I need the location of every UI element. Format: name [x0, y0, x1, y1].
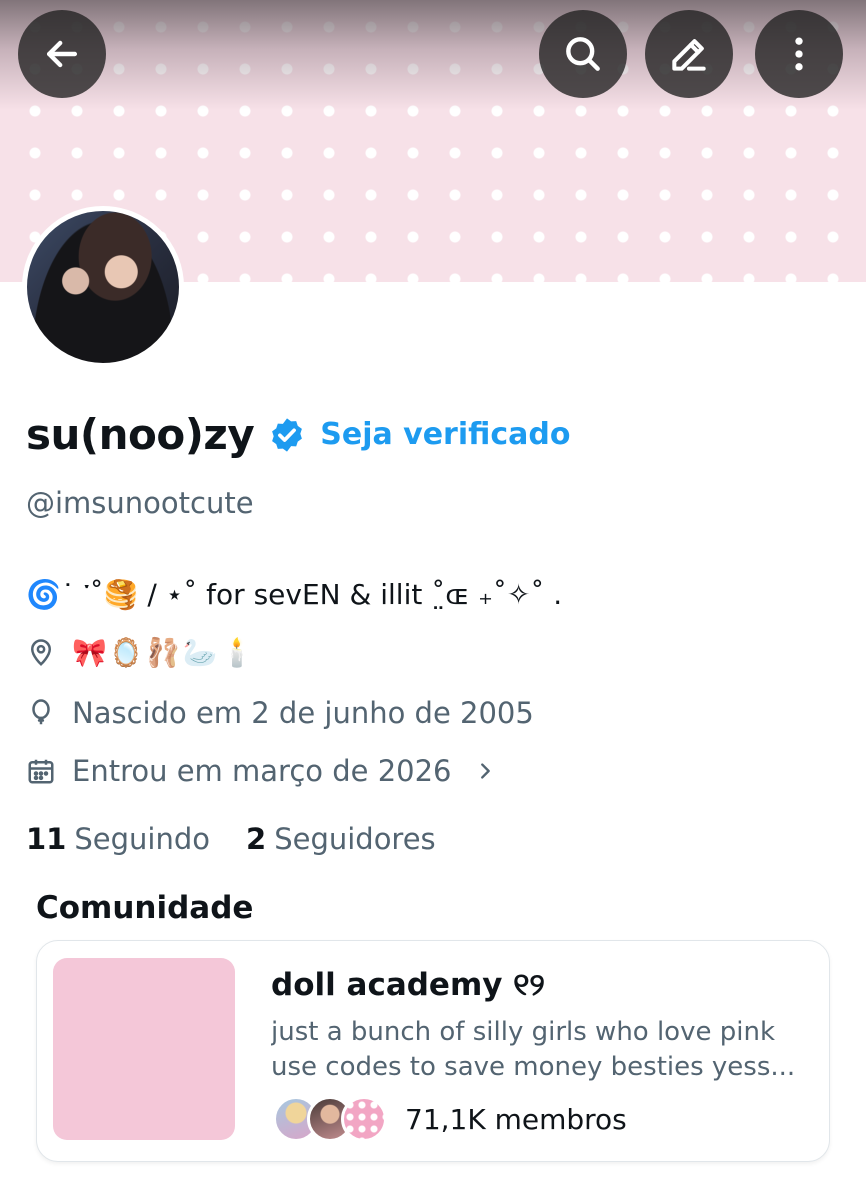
- get-verified-link[interactable]: Seja verificado: [320, 417, 570, 452]
- birth-row: Nascido em 2 de junho de 2005: [26, 696, 534, 730]
- joined-row[interactable]: Entrou em março de 2026: [26, 754, 496, 788]
- location-pin-icon: [30, 638, 52, 666]
- community-description: just a bunch of silly girls who love pin…: [271, 1015, 816, 1085]
- more-vertical-icon: [795, 37, 803, 71]
- edit-button[interactable]: [645, 10, 733, 98]
- calendar-icon: [28, 759, 54, 784]
- followers-label: Seguidores: [274, 822, 436, 856]
- following-count: 11: [26, 822, 67, 856]
- community-heading: Comunidade: [36, 890, 254, 926]
- followers-count: 2: [246, 822, 267, 856]
- search-icon: [566, 37, 600, 71]
- verified-badge-icon[interactable]: [268, 416, 306, 454]
- community-card[interactable]: doll academy ୧୨ just a bunch of silly gi…: [36, 940, 830, 1162]
- balloon-icon: [32, 699, 50, 725]
- search-button[interactable]: [539, 10, 627, 98]
- birth-date: Nascido em 2 de junho de 2005: [72, 696, 534, 730]
- community-members-row: 71,1K membros: [273, 1096, 627, 1142]
- community-desc-line-2: use codes to save money besties yess...: [271, 1052, 796, 1082]
- joined-date: Entrou em março de 2026: [72, 754, 452, 788]
- community-name: doll academy ୧୨: [271, 967, 545, 1003]
- back-button[interactable]: [18, 10, 106, 98]
- location-row: 🎀🪞🩰🦢🕯️: [26, 636, 256, 669]
- following-link[interactable]: 11 Seguindo: [26, 822, 210, 856]
- pencil-icon: [672, 39, 706, 71]
- members-count: 71,1K membros: [405, 1102, 627, 1136]
- profile-avatar[interactable]: [22, 206, 184, 368]
- banner-shade: [0, 0, 866, 110]
- back-arrow-icon: [46, 40, 78, 68]
- follow-stats: 11 Seguindo 2 Seguidores: [26, 822, 436, 856]
- username-handle: @imsunootcute: [26, 486, 254, 520]
- community-desc-line-1: just a bunch of silly girls who love pin…: [271, 1017, 776, 1047]
- name-row: su(noo)zy Seja verificado: [26, 410, 571, 459]
- display-name: su(noo)zy: [26, 410, 255, 459]
- location-value: 🎀🪞🩰🦢🕯️: [72, 636, 257, 669]
- more-options-button[interactable]: [755, 10, 843, 98]
- followers-link[interactable]: 2 Seguidores: [246, 822, 436, 856]
- member-avatar: [341, 1096, 387, 1142]
- community-thumbnail: [53, 958, 235, 1140]
- profile-bio: 🌀˙ ་˚🥞 ∕ ⋆˚ for sevEN & illit ˚̤ɶ ₊˚✧˚ .: [26, 578, 563, 611]
- following-label: Seguindo: [74, 822, 210, 856]
- chevron-right-icon: [480, 763, 490, 779]
